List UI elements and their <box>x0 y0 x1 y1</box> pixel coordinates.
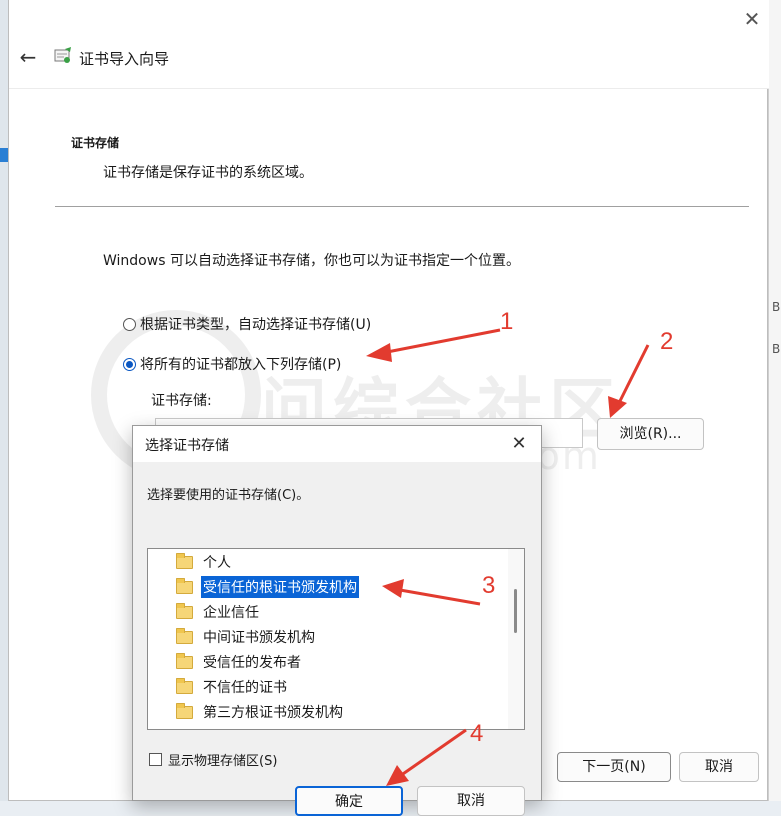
step-number-1: 1 <box>500 308 514 335</box>
arrow-1-head <box>366 343 392 362</box>
annotation-layer <box>366 328 650 786</box>
step-number-2: 2 <box>660 328 674 355</box>
arrow-3 <box>399 588 481 606</box>
arrow-4 <box>399 728 467 778</box>
arrow-2 <box>616 344 650 406</box>
arrow-3-head <box>382 579 404 598</box>
arrow-1 <box>381 328 501 355</box>
step-number-3: 3 <box>482 572 496 599</box>
arrow-4-head <box>386 765 409 786</box>
arrow-2-head <box>608 396 627 418</box>
step-number-4: 4 <box>470 720 484 747</box>
